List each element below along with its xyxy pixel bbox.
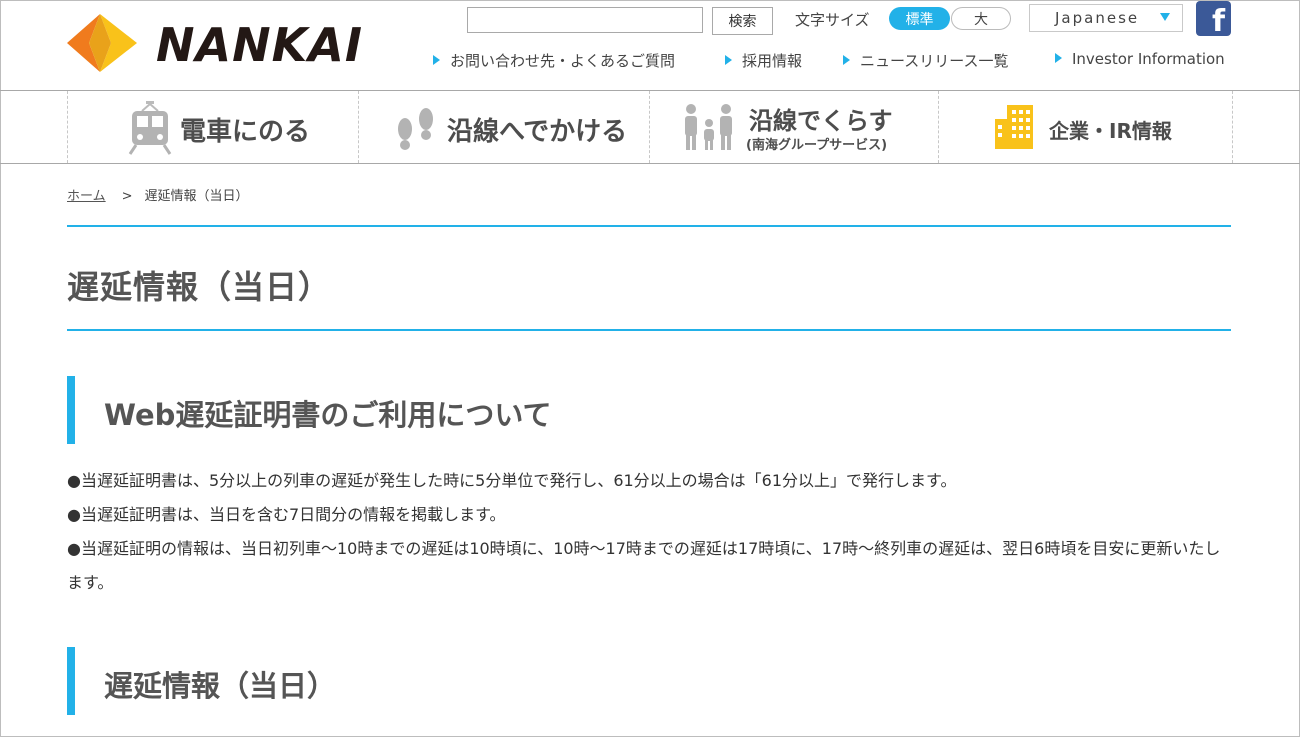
logo-wordmark: NANKAI: [156, 18, 363, 72]
search-button[interactable]: 検索: [712, 7, 773, 35]
family-icon: [685, 104, 732, 150]
title-rule-bottom: [67, 329, 1231, 331]
language-select[interactable]: Japanese: [1029, 4, 1183, 32]
link-label: お問い合わせ先・よくあるご質問: [450, 52, 676, 70]
section-accent-bar: [67, 647, 75, 715]
page-title: 遅延情報（当日）: [67, 268, 332, 306]
nav-item-train[interactable]: 電車にのる: [67, 91, 359, 163]
nankai-logo-mark: [67, 14, 137, 72]
nav-item-corporate-ir[interactable]: 企業・IR情報: [938, 91, 1233, 163]
search-input[interactable]: [467, 7, 703, 33]
breadcrumb-home-link[interactable]: ホーム: [67, 189, 106, 204]
arrow-right-icon: [433, 55, 440, 65]
building-icon: [995, 105, 1033, 149]
nav-label: 沿線へでかける: [447, 117, 628, 147]
arrow-right-icon: [725, 55, 732, 65]
link-investor-information[interactable]: Investor Information: [1055, 50, 1225, 68]
link-news-releases[interactable]: ニュースリリース一覧: [843, 50, 1009, 71]
note-item: ●当遅延証明書は、5分以上の列車の遅延が発生した時に5分単位で発行し、61分以上…: [67, 471, 957, 490]
section-heading-web-certificate: Web遅延証明書のご利用について: [67, 376, 1167, 444]
nav-label: 企業・IR情報: [1049, 119, 1172, 143]
train-icon: [128, 101, 172, 155]
arrow-right-icon: [1055, 53, 1062, 63]
note-item: ●当遅延証明の情報は、当日初列車～10時までの遅延は10時頃に、10時～17時ま…: [67, 539, 1221, 592]
facebook-icon[interactable]: f: [1196, 1, 1231, 36]
nav-label: 沿線でくらす: [749, 107, 893, 135]
note-item: ●当遅延証明書は、当日を含む7日間分の情報を掲載します。: [67, 505, 506, 524]
language-select-value: Japanese: [1055, 9, 1140, 27]
section-heading-delay-info: 遅延情報（当日）: [67, 647, 1167, 715]
section-heading-text: Web遅延証明書のご利用について: [104, 398, 552, 432]
arrow-right-icon: [843, 55, 850, 65]
notes-list: ●当遅延証明書は、5分以上の列車の遅延が発生した時に5分単位で発行し、61分以上…: [67, 464, 1231, 600]
section-accent-bar: [67, 376, 75, 444]
breadcrumb-separator: >: [121, 189, 133, 204]
footprints-icon: [398, 108, 433, 150]
nav-label: 電車にのる: [180, 117, 311, 147]
nav-item-living[interactable]: 沿線でくらす (南海グループサービス): [649, 91, 939, 163]
facebook-glyph: f: [1211, 4, 1225, 36]
breadcrumb-current: 遅延情報（当日）: [144, 189, 249, 204]
nankai-logo[interactable]: NANKAI: [67, 14, 362, 72]
title-rule-top: [67, 225, 1231, 227]
global-nav: 電車にのる 沿線へでかける 沿線でくらす (南海グループサービス) 企業・IR情…: [0, 90, 1300, 164]
link-label: Investor Information: [1072, 50, 1225, 68]
link-label: 採用情報: [742, 52, 803, 70]
section-heading-text: 遅延情報（当日）: [104, 669, 337, 703]
nav-item-outing[interactable]: 沿線へでかける: [358, 91, 650, 163]
link-contact-faq[interactable]: お問い合わせ先・よくあるご質問: [433, 50, 675, 71]
nav-sublabel: (南海グループサービス): [746, 138, 888, 153]
link-recruit[interactable]: 採用情報: [725, 50, 802, 71]
breadcrumb: ホーム > 遅延情報（当日）: [67, 185, 249, 204]
fontsize-label: 文字サイズ: [795, 11, 870, 29]
link-label: ニュースリリース一覧: [860, 52, 1009, 70]
fontsize-standard-button[interactable]: 標準: [889, 7, 950, 30]
caret-down-icon: [1160, 13, 1170, 21]
fontsize-large-button[interactable]: 大: [951, 7, 1011, 30]
